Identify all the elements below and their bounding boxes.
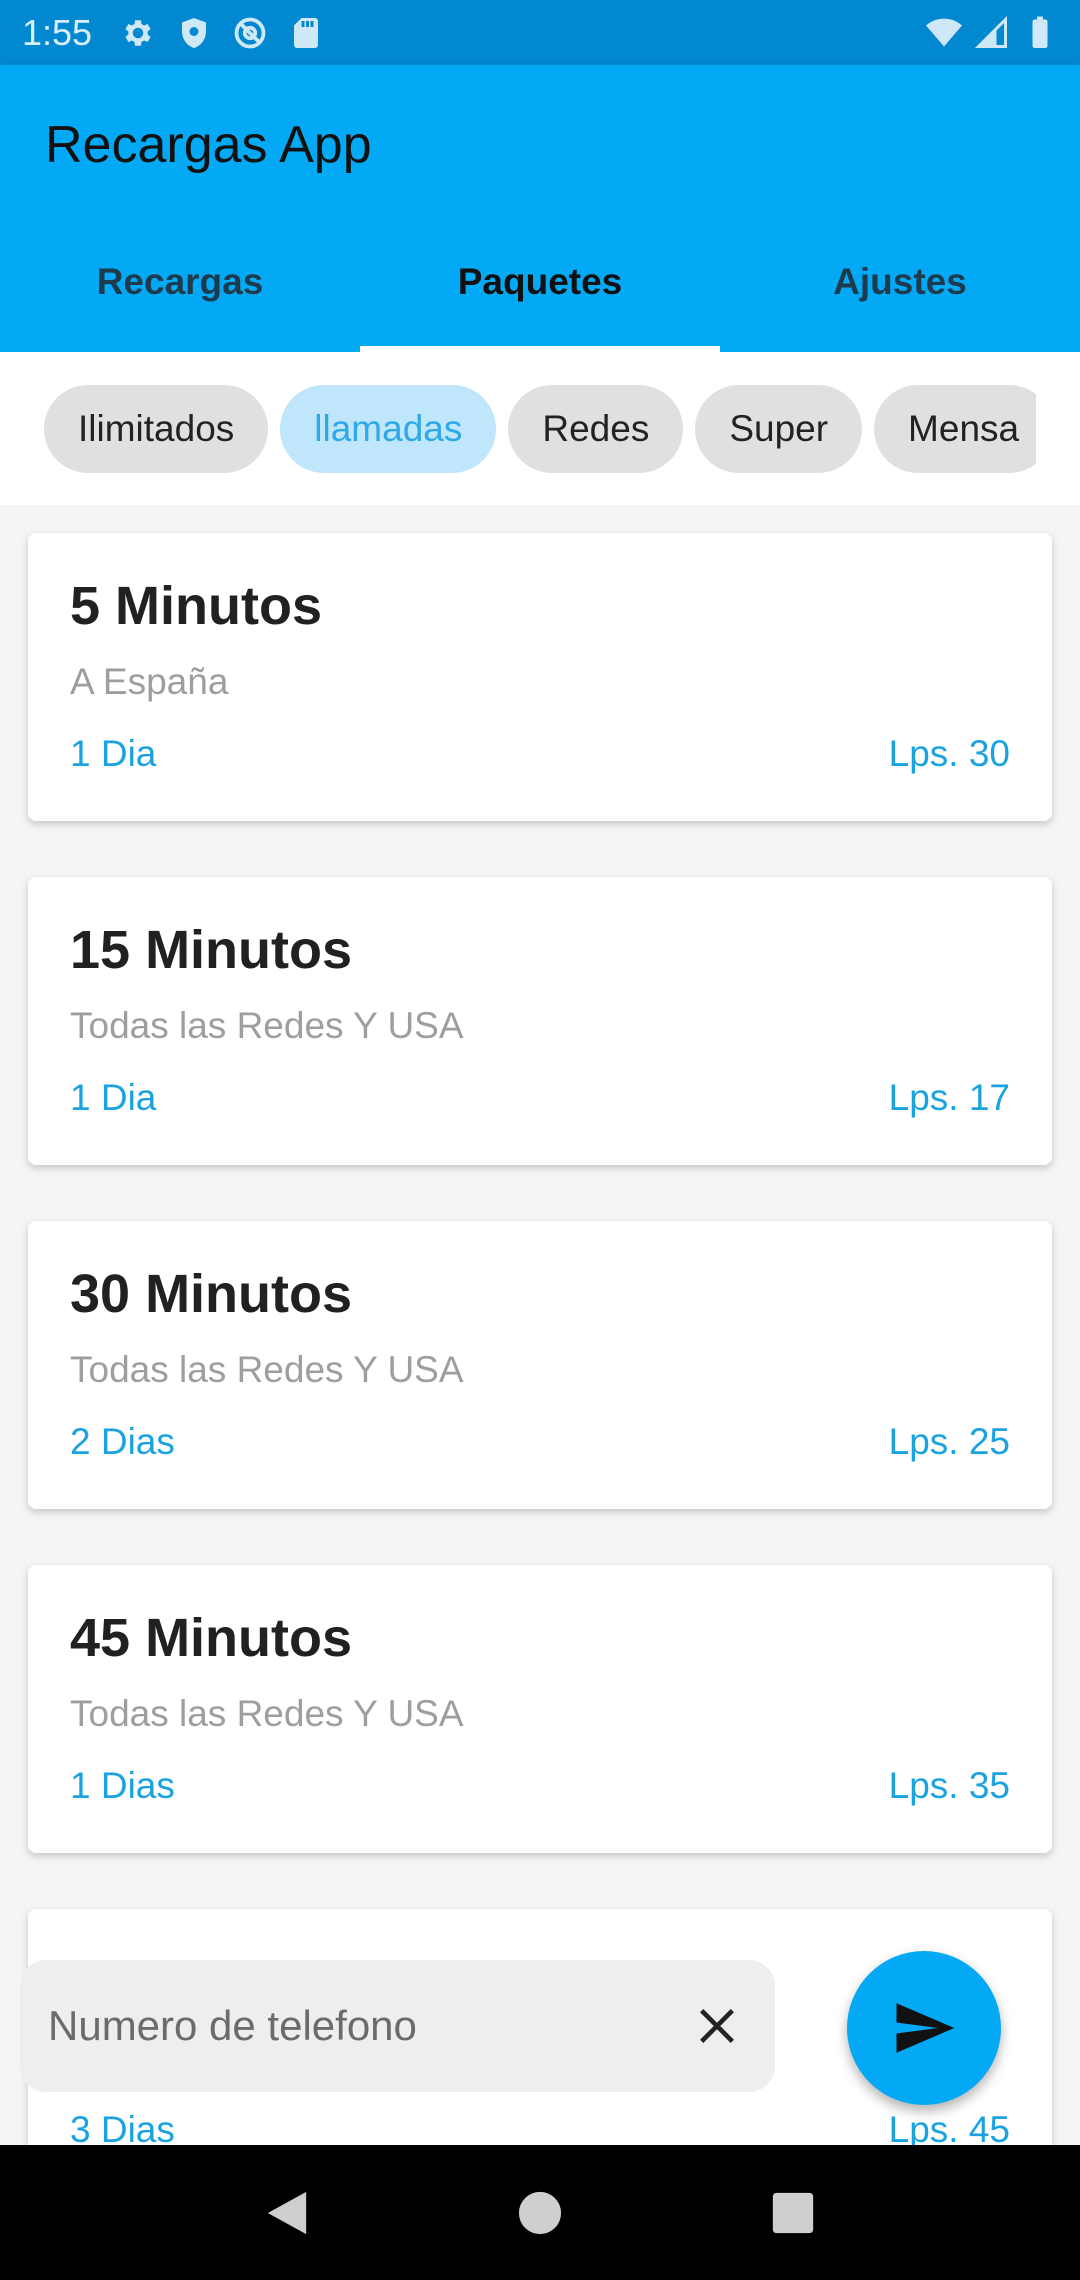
package-description: Todas las Redes Y USA: [70, 1005, 464, 1046]
package-price: Lps. 25: [888, 1421, 1010, 1462]
system-nav-bar: [0, 2145, 1080, 2280]
category-chips: Ilimitados llamadas Redes Super Mensa: [44, 385, 1036, 473]
tab-paquetes[interactable]: Paquetes: [360, 212, 720, 352]
package-description: A España: [70, 661, 229, 702]
cell-signal-icon: [974, 15, 1007, 48]
home-circle-icon: [518, 2191, 562, 2234]
status-time: 1:55: [22, 11, 93, 53]
sd-card-icon: [294, 17, 319, 48]
chip-llamadas[interactable]: llamadas: [280, 385, 497, 473]
package-duration: 1 Dia: [70, 1077, 157, 1118]
chip-ilimitados[interactable]: Ilimitados: [44, 385, 269, 473]
package-title: 45 Minutos: [70, 1608, 353, 1668]
gear-icon: [125, 19, 151, 46]
nav-recents-button[interactable]: [753, 2173, 833, 2253]
shield-icon: [182, 17, 207, 48]
category-filter-bar: Ilimitados llamadas Redes Super Mensa: [0, 352, 1080, 505]
package-description: Todas las Redes Y USA: [70, 1349, 464, 1390]
package-title: 30 Minutos: [70, 1264, 353, 1324]
chip-redes[interactable]: Redes: [508, 385, 684, 473]
nav-back-button[interactable]: [247, 2173, 327, 2253]
package-description: Todas las Redes Y USA: [70, 1693, 464, 1734]
package-title: 5 Minutos: [70, 576, 322, 636]
package-list[interactable]: 5 Minutos A España 1 Dia Lps. 30 15 Minu…: [0, 505, 1080, 2145]
package-title: 15 Minutos: [70, 920, 353, 980]
at-sign-icon: [234, 17, 266, 48]
phone-number-field[interactable]: [20, 1960, 775, 2092]
status-bar: 1:55: [0, 0, 1080, 65]
package-duration: 1 Dia: [70, 733, 157, 774]
package-price: Lps. 45: [888, 2109, 1010, 2145]
tab-recargas[interactable]: Recargas: [0, 212, 360, 352]
package-duration: 3 Dias: [70, 2109, 175, 2145]
status-icons-left: [120, 15, 324, 51]
battery-icon: [1032, 16, 1048, 48]
chip-super[interactable]: Super: [695, 385, 863, 473]
app-title: Recargas App: [45, 116, 372, 174]
package-card[interactable]: 45 Minutos Todas las Redes Y USA 1 Dias …: [28, 1565, 1052, 1853]
package-duration: 1 Dias: [70, 1765, 175, 1806]
recents-square-icon: [773, 2192, 814, 2233]
send-icon: [896, 2003, 955, 2053]
package-card[interactable]: 15 Minutos Todas las Redes Y USA 1 Dia L…: [28, 877, 1052, 1165]
package-duration: 2 Dias: [70, 1421, 175, 1462]
phone-number-input[interactable]: [48, 2002, 687, 2050]
package-price: Lps. 17: [888, 1077, 1010, 1118]
package-price: Lps. 35: [888, 1765, 1010, 1806]
close-icon: [700, 2009, 734, 2043]
nav-home-button[interactable]: [500, 2173, 580, 2253]
back-triangle-icon: [267, 2191, 306, 2234]
chip-mensajes[interactable]: Mensa: [874, 385, 1036, 473]
app-bar: Recargas App Recargas Paquetes Ajustes: [0, 65, 1080, 352]
clear-button[interactable]: [687, 1996, 747, 2056]
package-price: Lps. 30: [888, 733, 1010, 774]
tab-bar: Recargas Paquetes Ajustes: [0, 212, 1080, 352]
wifi-icon: [926, 18, 962, 46]
tab-ajustes[interactable]: Ajustes: [720, 212, 1080, 352]
package-card[interactable]: 30 Minutos Todas las Redes Y USA 2 Dias …: [28, 1221, 1052, 1509]
status-icons-right: [926, 15, 1058, 51]
package-card[interactable]: 5 Minutos A España 1 Dia Lps. 30: [28, 533, 1052, 821]
send-button[interactable]: [847, 1951, 1001, 2105]
